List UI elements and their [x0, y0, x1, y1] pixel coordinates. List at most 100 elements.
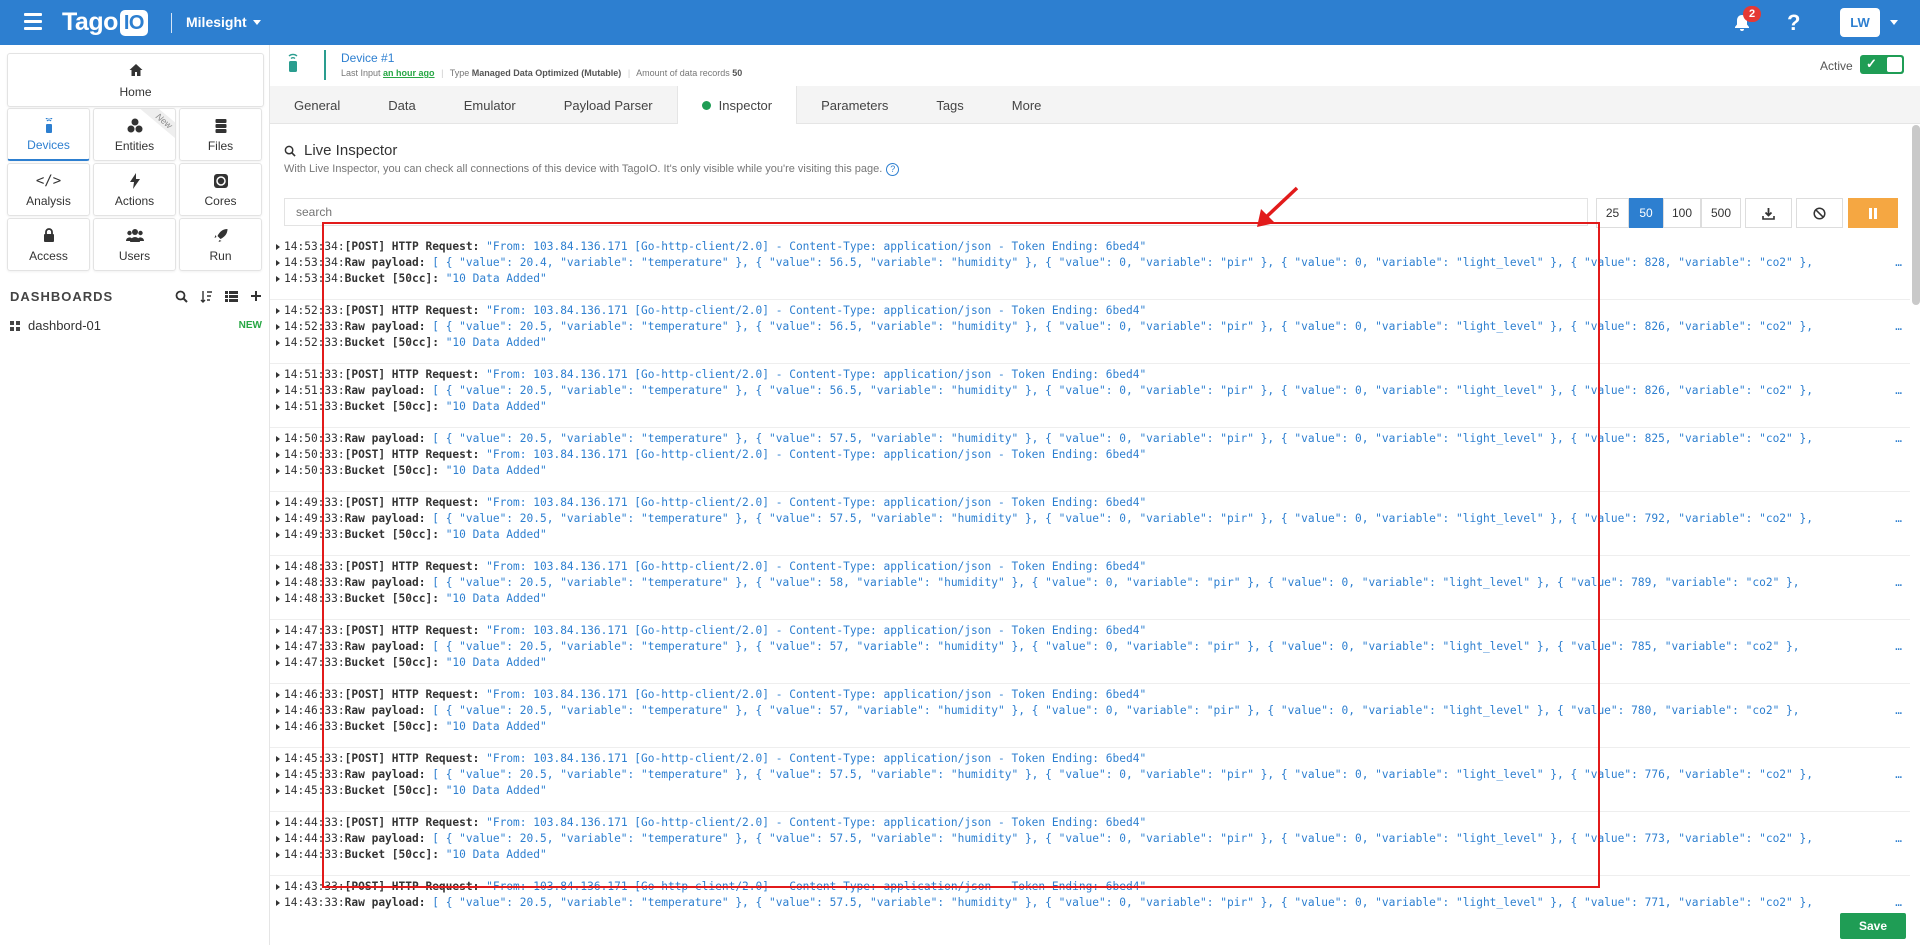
- expand-icon[interactable]: [276, 900, 280, 906]
- page-size-50[interactable]: 50: [1629, 198, 1663, 228]
- expand-icon[interactable]: [276, 660, 280, 666]
- sidebar-item-label: Analysis: [26, 194, 71, 208]
- last-input-value[interactable]: an hour ago: [383, 68, 435, 78]
- sidebar-item-access[interactable]: Access: [7, 218, 90, 271]
- expand-icon[interactable]: [276, 340, 280, 346]
- page-size-500[interactable]: 500: [1701, 198, 1741, 228]
- dashboards-title: DASHBOARDS: [10, 288, 114, 304]
- expand-icon[interactable]: [276, 564, 280, 570]
- expand-icon[interactable]: [276, 724, 280, 730]
- pause-button[interactable]: [1848, 198, 1898, 228]
- expand-icon[interactable]: [276, 452, 280, 458]
- expand-icon[interactable]: [276, 852, 280, 858]
- tab-tags[interactable]: Tags: [912, 86, 987, 124]
- expand-icon[interactable]: [276, 820, 280, 826]
- sidebar-item-home[interactable]: Home: [7, 53, 264, 107]
- scrollbar[interactable]: [1912, 125, 1920, 305]
- sidebar-item-files[interactable]: Files: [179, 108, 262, 161]
- page-size-25[interactable]: 25: [1596, 198, 1629, 228]
- tab-payload-parser[interactable]: Payload Parser: [540, 86, 677, 124]
- bolt-icon: [129, 173, 140, 189]
- chevron-down-icon[interactable]: [1890, 20, 1898, 25]
- live-inspector-title: Live Inspector: [284, 142, 397, 159]
- expand-icon[interactable]: [276, 708, 280, 714]
- expand-icon[interactable]: [276, 516, 280, 522]
- logo-divider: [171, 13, 172, 33]
- device-icon: [45, 118, 52, 133]
- expand-icon[interactable]: [276, 756, 280, 762]
- dashboard-item[interactable]: dashbord-01 NEW: [10, 318, 262, 333]
- live-dot-icon: [701, 100, 711, 110]
- expand-icon[interactable]: [276, 788, 280, 794]
- ellipsis-icon[interactable]: …: [1895, 831, 1902, 847]
- ellipsis-icon[interactable]: …: [1895, 575, 1902, 591]
- expand-icon[interactable]: [276, 596, 280, 602]
- tab-more[interactable]: More: [988, 86, 1066, 124]
- ellipsis-icon[interactable]: …: [1895, 703, 1902, 719]
- download-button[interactable]: [1745, 198, 1792, 228]
- tab-emulator[interactable]: Emulator: [440, 86, 540, 124]
- ellipsis-icon[interactable]: …: [1895, 767, 1902, 783]
- ellipsis-icon[interactable]: …: [1895, 319, 1902, 335]
- tab-inspector[interactable]: Inspector: [676, 86, 798, 124]
- ellipsis-icon[interactable]: …: [1895, 255, 1902, 271]
- list-icon[interactable]: [225, 290, 238, 303]
- expand-icon[interactable]: [276, 324, 280, 330]
- ellipsis-icon[interactable]: …: [1895, 383, 1902, 399]
- search-icon[interactable]: [175, 290, 188, 303]
- expand-icon[interactable]: [276, 644, 280, 650]
- expand-icon[interactable]: [276, 580, 280, 586]
- page-size-100[interactable]: 100: [1663, 198, 1701, 228]
- ellipsis-icon[interactable]: …: [1895, 431, 1902, 447]
- expand-icon[interactable]: [276, 628, 280, 634]
- expand-icon[interactable]: [276, 772, 280, 778]
- expand-icon[interactable]: [276, 308, 280, 314]
- question-icon[interactable]: ?: [886, 163, 900, 176]
- tab-general[interactable]: General: [270, 86, 364, 124]
- expand-icon[interactable]: [276, 260, 280, 266]
- active-toggle[interactable]: ✓: [1860, 55, 1904, 74]
- expand-icon[interactable]: [276, 884, 280, 890]
- sort-icon[interactable]: [200, 290, 213, 303]
- avatar[interactable]: LW: [1840, 8, 1880, 37]
- new-badge: NEW: [238, 320, 262, 331]
- sidebar-item-cores[interactable]: Cores: [179, 163, 262, 216]
- menu-icon[interactable]: [24, 13, 42, 31]
- ellipsis-icon[interactable]: …: [1895, 895, 1902, 910]
- help-icon[interactable]: ?: [1787, 10, 1800, 36]
- expand-icon[interactable]: [276, 404, 280, 410]
- ellipsis-icon[interactable]: …: [1895, 511, 1902, 527]
- expand-icon[interactable]: [276, 276, 280, 282]
- expand-icon[interactable]: [276, 500, 280, 506]
- expand-icon[interactable]: [276, 692, 280, 698]
- sidebar-item-entities[interactable]: New Entities: [93, 108, 176, 161]
- sidebar-item-users[interactable]: Users: [93, 218, 176, 271]
- sidebar-item-run[interactable]: Run: [179, 218, 262, 271]
- expand-icon[interactable]: [276, 388, 280, 394]
- sidebar-item-devices[interactable]: Devices: [7, 108, 90, 161]
- log-tag: Raw payload:: [344, 896, 426, 909]
- save-button[interactable]: Save: [1840, 913, 1906, 939]
- expand-icon[interactable]: [276, 836, 280, 842]
- logo[interactable]: Tago IO: [62, 8, 148, 37]
- pause-icon: [1869, 208, 1877, 220]
- log-line[interactable]: 14:43:33:Raw payload: [ { "value": 20.5,…: [270, 895, 1910, 910]
- expand-icon[interactable]: [276, 436, 280, 442]
- tab-label: Payload Parser: [563, 97, 653, 113]
- expand-icon[interactable]: [276, 532, 280, 538]
- sidebar-item-actions[interactable]: Actions: [93, 163, 176, 216]
- ellipsis-icon[interactable]: …: [1895, 639, 1902, 655]
- chevron-down-icon: [252, 19, 261, 25]
- expand-icon[interactable]: [276, 244, 280, 250]
- sidebar-item-label: Cores: [204, 194, 237, 208]
- add-icon[interactable]: [250, 290, 262, 302]
- sidebar-item-analysis[interactable]: </> Analysis: [7, 163, 90, 216]
- expand-icon[interactable]: [276, 372, 280, 378]
- users-icon: [125, 229, 144, 242]
- tab-parameters[interactable]: Parameters: [797, 86, 912, 124]
- tab-data[interactable]: Data: [364, 86, 439, 124]
- account-selector[interactable]: Milesight: [186, 14, 261, 30]
- clear-button[interactable]: [1796, 198, 1843, 228]
- expand-icon[interactable]: [276, 468, 280, 474]
- description-text: With Live Inspector, you can check all c…: [284, 163, 883, 175]
